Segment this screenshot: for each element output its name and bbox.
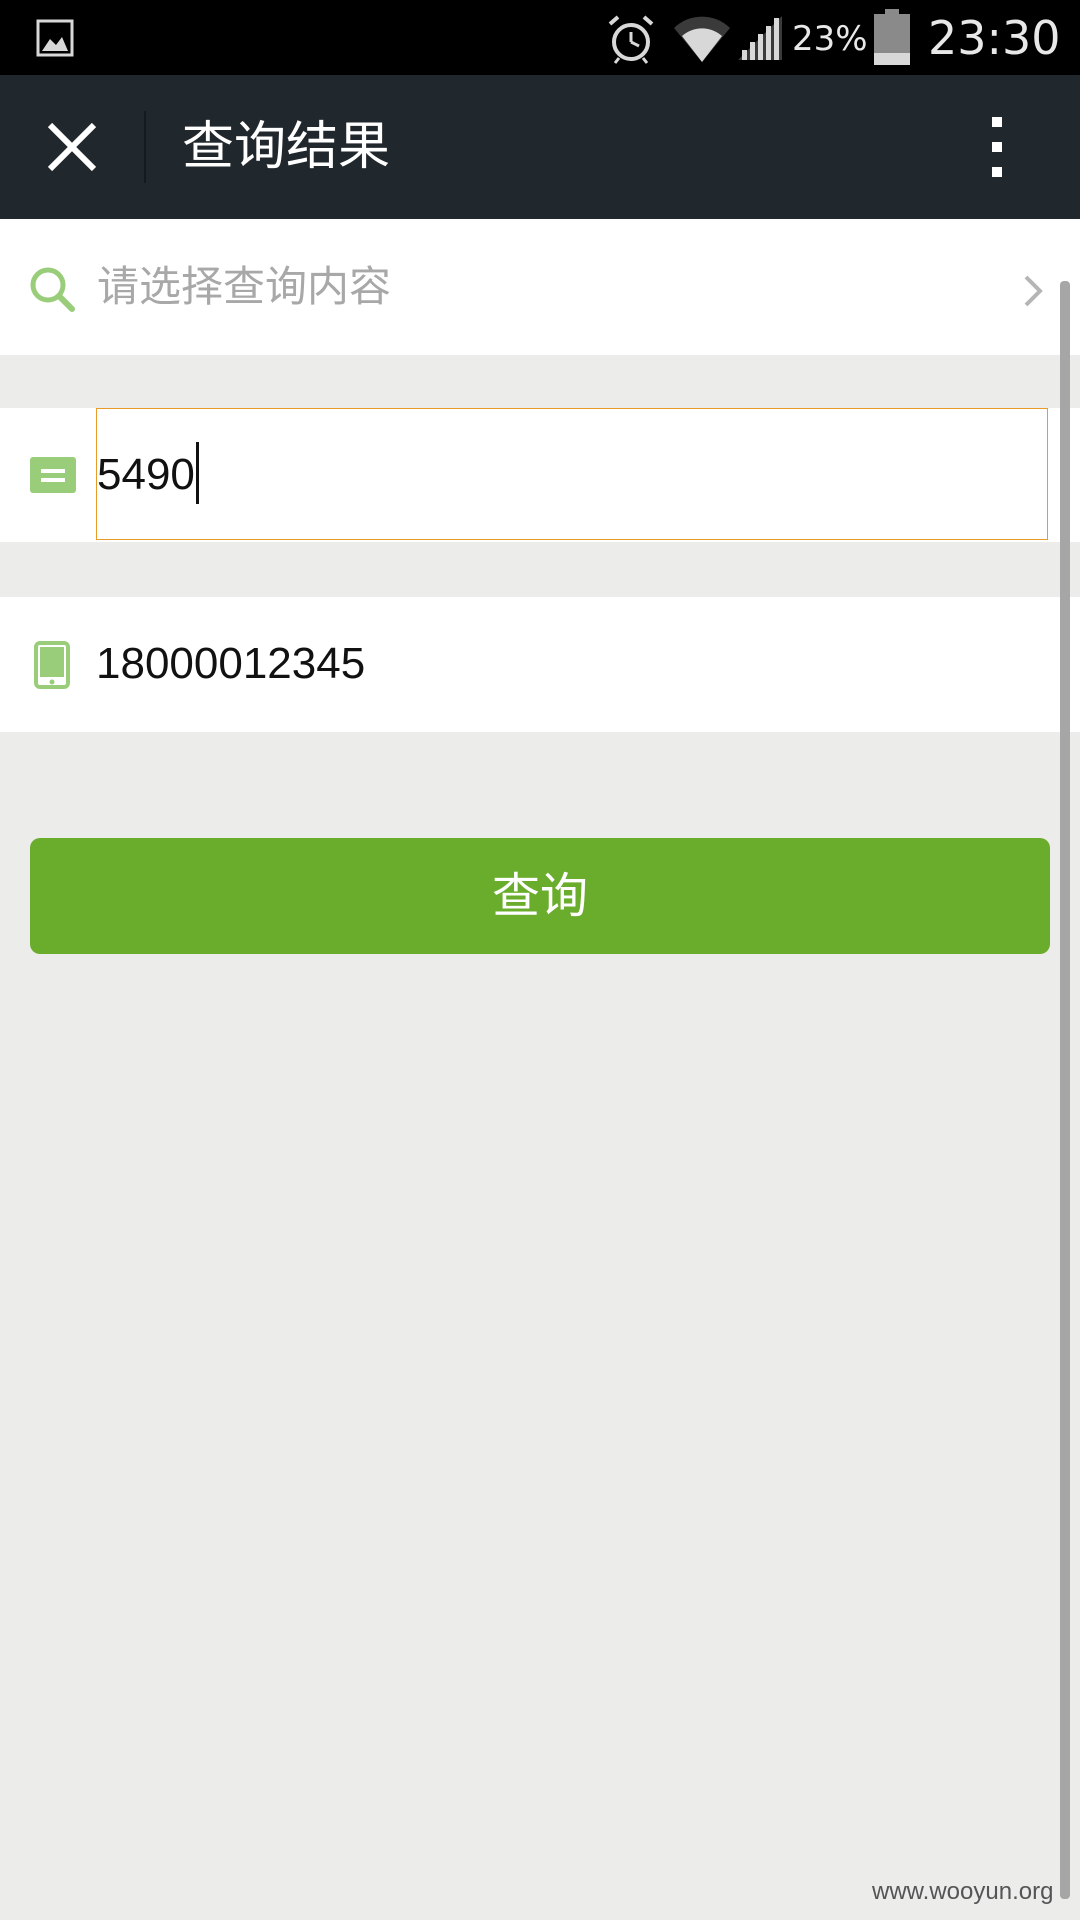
clock: 23:30 <box>928 11 1061 65</box>
alarm-icon <box>608 15 654 64</box>
wifi-icon <box>674 16 730 62</box>
code-card-icon <box>30 457 76 493</box>
query-type-placeholder: 请选择查询内容 <box>97 262 392 311</box>
phone-number-field[interactable]: 18000012345 <box>96 630 365 698</box>
close-button[interactable] <box>30 105 114 189</box>
watermark: www.wooyun.org <box>872 1878 1054 1905</box>
close-icon <box>47 122 97 172</box>
battery-icon <box>874 9 910 65</box>
page-title: 查询结果 <box>182 117 391 177</box>
code-input-text: 5490 <box>97 450 195 499</box>
battery-percent: 23% <box>792 19 868 59</box>
scrollbar[interactable] <box>1060 281 1070 1899</box>
text-caret <box>195 442 199 505</box>
more-options-button[interactable] <box>970 105 1024 189</box>
code-input[interactable]: 5490 <box>96 408 1048 540</box>
title-bar: 查询结果 <box>0 75 1080 219</box>
phone-row[interactable]: 18000012345 <box>0 597 1080 732</box>
status-bar: 23% 23:30 <box>0 0 1080 75</box>
photo-icon <box>36 19 74 57</box>
title-divider <box>144 111 146 183</box>
query-type-selector[interactable]: 请选择查询内容 <box>0 219 1080 355</box>
query-button[interactable]: 查询 <box>30 838 1050 954</box>
code-input-value: 5490 <box>97 441 199 509</box>
search-icon <box>30 267 75 312</box>
code-row: 5490 <box>0 408 1080 542</box>
signal-icon <box>738 16 782 60</box>
chevron-right-icon <box>1024 275 1043 307</box>
phone-icon <box>34 641 70 689</box>
